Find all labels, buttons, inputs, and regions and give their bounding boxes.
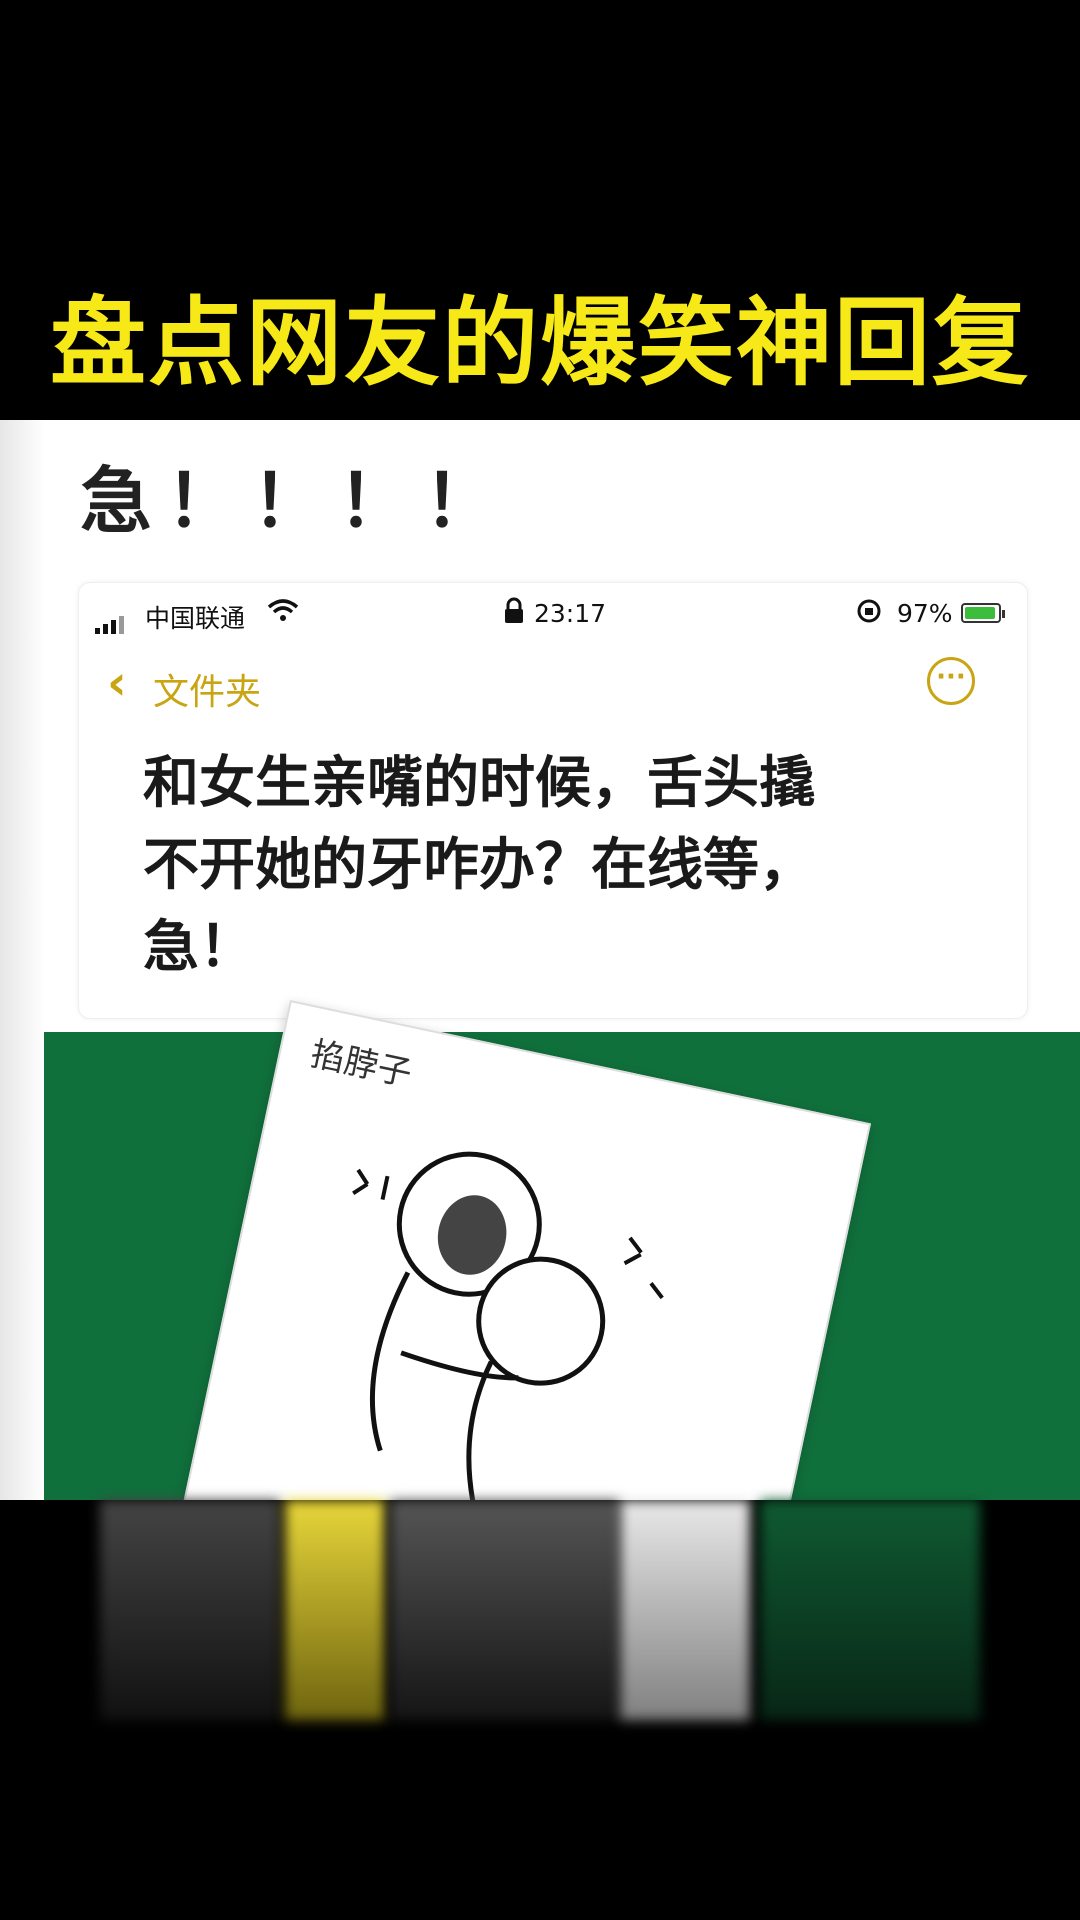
back-chevron-icon[interactable]: ‹ xyxy=(107,655,127,711)
signal-icon xyxy=(95,605,127,634)
note-nav-bar: ‹ 文件夹 ··· xyxy=(79,653,1027,713)
bottom-black-area xyxy=(0,1500,1080,1920)
battery-percent: 97% xyxy=(897,599,953,628)
left-shadow xyxy=(0,420,45,1500)
blur-streak xyxy=(100,1500,280,1720)
headline: 盘点网友的爆笑神回复 xyxy=(50,287,1030,399)
clock-time: 23:17 xyxy=(534,599,607,628)
note-line: 和女生亲嘴的时候，舌头撬 xyxy=(143,751,815,816)
lock-icon xyxy=(503,597,525,631)
blur-streak xyxy=(285,1500,385,1720)
phone-screenshot-card: 中国联通 23:17 97% ‹ 文件夹 ··· 和女生亲嘴的时候，舌头撬 不开… xyxy=(78,582,1028,1019)
status-bar: 中国联通 23:17 97% xyxy=(79,593,1027,634)
carrier-label: 中国联通 xyxy=(145,604,246,633)
blur-streak xyxy=(620,1500,750,1720)
note-line: 不开她的牙咋办？在线等， xyxy=(143,833,815,898)
content-area: 急！！！！ 中国联通 23:17 97% ‹ 文件夹 ··· 和女生亲嘴的时候，… xyxy=(0,420,1080,1500)
battery-icon xyxy=(961,603,1005,623)
meme-caption: 掐脖子 xyxy=(307,1034,416,1095)
blur-streak xyxy=(760,1500,980,1720)
top-exclaim: 急！！！！ xyxy=(80,459,511,543)
more-options-button[interactable]: ··· xyxy=(927,657,975,705)
back-folder-link[interactable]: 文件夹 xyxy=(153,663,261,715)
note-body: 和女生亲嘴的时候，舌头撬 不开她的牙咋办？在线等， 急！ xyxy=(143,743,963,989)
blur-streak xyxy=(390,1500,620,1720)
stick-figures-illustration xyxy=(352,1151,664,1500)
wifi-icon xyxy=(267,597,299,631)
rotation-lock-icon xyxy=(855,597,883,631)
note-line: 急！ xyxy=(143,915,255,980)
